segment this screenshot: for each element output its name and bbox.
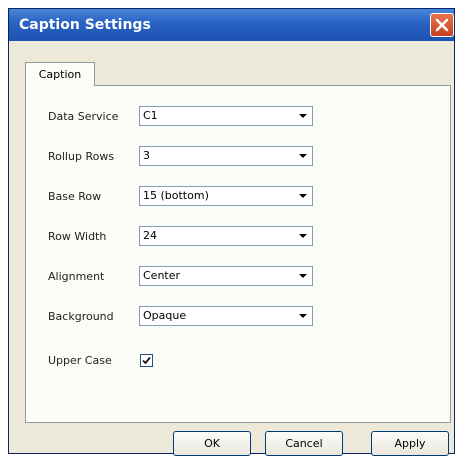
alignment-select[interactable]: Center xyxy=(139,266,313,286)
alignment-value: Center xyxy=(143,269,181,282)
base-row-label: Base Row xyxy=(48,190,102,203)
data-service-value: C1 xyxy=(143,109,158,122)
tab-caption-label: Caption xyxy=(38,68,82,81)
window-title: Caption Settings xyxy=(19,17,151,33)
upper-case-label: Upper Case xyxy=(48,354,112,367)
ok-button[interactable]: OK xyxy=(173,431,251,456)
cancel-button[interactable]: Cancel xyxy=(265,431,343,456)
caption-settings-dialog: Caption Settings Caption Data Service C1… xyxy=(8,8,455,456)
background-select[interactable]: Opaque xyxy=(139,306,313,326)
title-bar[interactable]: Caption Settings xyxy=(9,9,454,41)
close-icon xyxy=(435,18,449,32)
rollup-rows-value: 3 xyxy=(143,149,150,162)
row-width-label: Row Width xyxy=(48,230,107,243)
chevron-down-icon[interactable] xyxy=(294,147,312,165)
chevron-down-icon[interactable] xyxy=(294,307,312,325)
rollup-rows-select[interactable]: 3 xyxy=(139,146,313,166)
row-width-select[interactable]: 24 xyxy=(139,226,313,246)
rollup-rows-label: Rollup Rows xyxy=(48,150,115,163)
chevron-down-icon[interactable] xyxy=(294,107,312,125)
checkmark-icon xyxy=(142,356,151,365)
data-service-select[interactable]: C1 xyxy=(139,106,313,126)
background-label: Background xyxy=(48,310,114,323)
base-row-select[interactable]: 15 (bottom) xyxy=(139,186,313,206)
tab-caption[interactable]: Caption xyxy=(25,62,95,86)
upper-case-checkbox[interactable] xyxy=(140,354,153,367)
chevron-down-icon[interactable] xyxy=(294,267,312,285)
background-value: Opaque xyxy=(143,309,187,322)
apply-button[interactable]: Apply xyxy=(371,431,449,456)
data-service-label: Data Service xyxy=(48,110,119,123)
caption-panel: Data Service C1 Rollup Rows 3 Base Row 1… xyxy=(25,85,451,423)
chevron-down-icon[interactable] xyxy=(294,187,312,205)
base-row-value: 15 (bottom) xyxy=(143,189,209,202)
chevron-down-icon[interactable] xyxy=(294,227,312,245)
alignment-label: Alignment xyxy=(48,270,105,283)
row-width-value: 24 xyxy=(143,229,157,242)
close-button[interactable] xyxy=(430,13,454,37)
